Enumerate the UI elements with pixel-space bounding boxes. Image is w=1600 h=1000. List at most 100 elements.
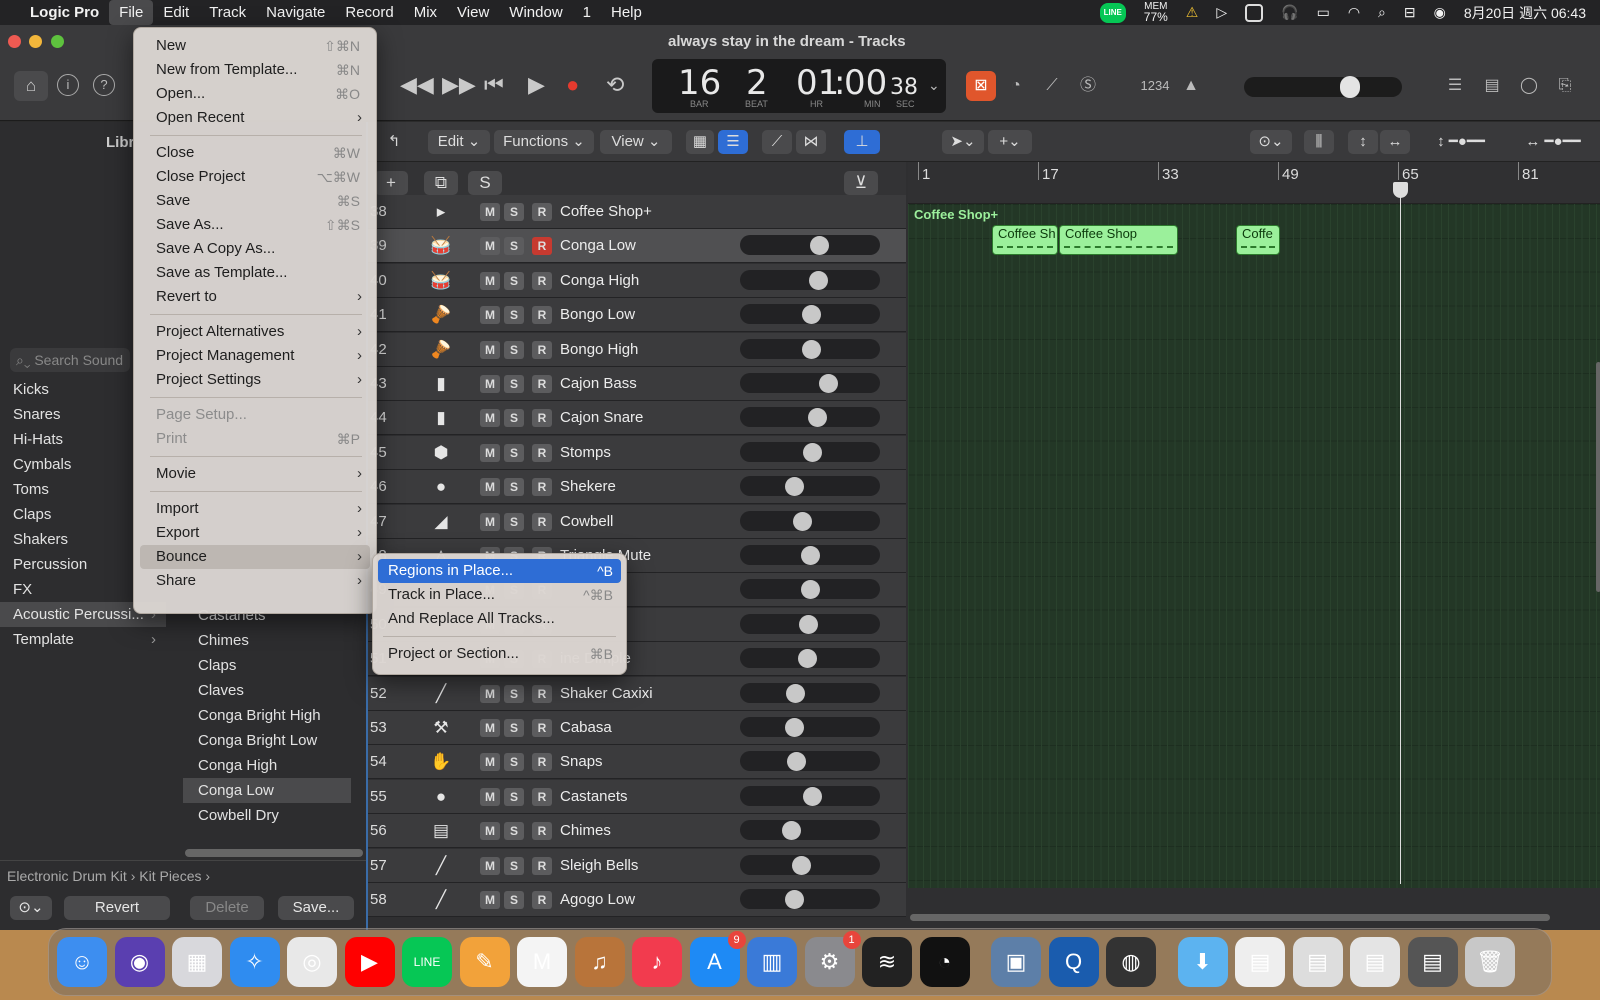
mute-button[interactable]: M: [480, 891, 500, 909]
fast-forward-icon[interactable]: ▶▶: [442, 72, 476, 98]
file-menu-item[interactable]: Bounce ›: [140, 545, 370, 569]
record-button[interactable]: R: [532, 203, 552, 221]
preview-icon[interactable]: ▣: [991, 937, 1041, 987]
mute-button[interactable]: M: [480, 203, 500, 221]
play-status-icon[interactable]: ▷: [1216, 4, 1227, 21]
track-volume-slider[interactable]: [740, 751, 880, 772]
file-menu-item[interactable]: New from Template... ⌘N: [140, 58, 370, 82]
master-volume-knob[interactable]: [1340, 76, 1360, 98]
vertical-zoom-slider[interactable]: ↕ ━●━━: [1416, 130, 1506, 154]
record-button[interactable]: R: [532, 443, 552, 462]
horizontal-zoom-slider[interactable]: ↔ ━●━━: [1508, 130, 1598, 154]
list-editors-icon[interactable]: ☰: [1440, 71, 1470, 101]
track-name[interactable]: Bongo Low: [560, 298, 635, 332]
mute-button[interactable]: M: [480, 375, 500, 393]
document-thumbnail-icon[interactable]: ▤: [1292, 937, 1343, 987]
solo-button[interactable]: S: [504, 478, 524, 497]
track-volume-knob[interactable]: [800, 580, 820, 600]
mute-button[interactable]: M: [480, 237, 500, 256]
record-button[interactable]: R: [532, 684, 552, 703]
track-row[interactable]: 43 ▮ M S R Cajon Bass: [368, 367, 906, 401]
mute-button[interactable]: M: [480, 822, 500, 841]
file-menu-item[interactable]: Project Alternatives ›: [140, 320, 370, 344]
track-volume-slider[interactable]: [740, 476, 880, 497]
lcd-display[interactable]: 16 2 BAR BEAT 01 : 00 38 HR MIN SEC ⌄: [652, 59, 946, 113]
system-info-icon[interactable]: ▥: [747, 937, 797, 987]
track-volume-knob[interactable]: [793, 511, 813, 531]
gmail-icon[interactable]: M: [517, 937, 567, 987]
track-volume-knob[interactable]: [799, 614, 819, 634]
record-button[interactable]: R: [532, 753, 552, 772]
record-button[interactable]: R: [532, 787, 552, 806]
menu-view[interactable]: View: [447, 0, 499, 25]
file-menu-item[interactable]: Save As... ⇧⌘S: [140, 213, 370, 237]
pages-icon[interactable]: ✎: [459, 937, 510, 987]
menu-window[interactable]: Window: [499, 0, 572, 25]
mute-button[interactable]: M: [480, 409, 500, 428]
record-button[interactable]: R: [532, 306, 552, 325]
menu-1[interactable]: 1: [573, 0, 601, 25]
file-menu-item[interactable]: Export ›: [140, 521, 370, 545]
track-volume-slider[interactable]: [740, 889, 880, 909]
mute-button[interactable]: M: [480, 340, 500, 359]
line-status-icon[interactable]: LINE: [1099, 2, 1126, 23]
file-menu-item[interactable]: Project Management ›: [140, 344, 370, 368]
file-menu-item[interactable]: Save A Copy As...: [140, 237, 370, 261]
solo-button[interactable]: S: [504, 822, 524, 841]
system-preferences-icon[interactable]: ⚙ 1: [804, 931, 861, 987]
functions-menu-button[interactable]: Functions ⌄: [494, 130, 594, 154]
solo-button[interactable]: S: [504, 340, 524, 359]
track-volume-knob[interactable]: [801, 305, 821, 325]
mute-button[interactable]: M: [480, 443, 500, 462]
youtube-icon[interactable]: ▶: [344, 937, 395, 987]
secondary-tool-icon[interactable]: +⌄: [988, 130, 1032, 154]
file-menu-item[interactable]: Close Project ⌥⌘W: [140, 165, 370, 189]
file-menu-item[interactable]: Close ⌘W: [140, 141, 370, 165]
record-button[interactable]: R: [532, 891, 552, 909]
track-row[interactable]: 42 🪘 M S R Bongo High: [368, 332, 906, 367]
finder-icon[interactable]: ☺: [57, 937, 107, 987]
back-arrow-icon[interactable]: ↰: [382, 130, 406, 154]
track-volume-slider[interactable]: [740, 373, 880, 393]
file-menu-item[interactable]: Revert to ›: [140, 285, 370, 309]
solo-button[interactable]: S: [504, 203, 524, 221]
midi-region[interactable]: Coffe: [1236, 225, 1280, 255]
library-scrollbar[interactable]: [185, 849, 363, 857]
tuner-icon[interactable]: ◔: [1001, 71, 1031, 101]
metronome-icon[interactable]: ▲: [1176, 71, 1206, 101]
track-name[interactable]: Bongo High: [560, 333, 638, 367]
logic-pro-icon[interactable]: ≋: [862, 937, 912, 987]
loop-browser-icon[interactable]: ◯: [1514, 71, 1544, 101]
record-button[interactable]: R: [532, 856, 552, 875]
solo-button[interactable]: S: [504, 684, 524, 703]
track-name[interactable]: Stomps: [560, 436, 611, 470]
mute-button[interactable]: M: [480, 271, 500, 290]
solo-button[interactable]: S: [504, 375, 524, 393]
midi-region[interactable]: Coffee Sh: [992, 225, 1058, 255]
vertical-fit-icon[interactable]: ↕: [1348, 130, 1378, 154]
library-item[interactable]: Conga High: [183, 753, 351, 778]
duplicate-track-icon[interactable]: ⧉: [424, 171, 458, 195]
bounce-menu-item[interactable]: Regions in Place... ^B: [378, 559, 621, 583]
catch-playhead-icon[interactable]: ⊥: [844, 130, 880, 154]
warning-icon[interactable]: ⚠: [1186, 4, 1199, 21]
bounce-menu-item[interactable]: Track in Place... ^⌘B: [378, 583, 621, 607]
battery-icon[interactable]: ▭: [1317, 4, 1330, 21]
track-volume-slider[interactable]: [740, 682, 880, 703]
library-toggle-icon[interactable]: ⌂: [14, 71, 48, 101]
track-name[interactable]: Sleigh Bells: [560, 849, 638, 883]
solo-button[interactable]: S: [504, 443, 524, 462]
track-name[interactable]: Conga High: [560, 264, 639, 298]
track-row[interactable]: 53 ⚒ M S R Cabasa: [368, 711, 906, 745]
track-name[interactable]: Cabasa: [560, 711, 612, 745]
view-menu-button[interactable]: View ⌄: [600, 130, 672, 154]
track-name[interactable]: Shekere: [560, 470, 616, 504]
datetime[interactable]: 8月20日 週六 06:43: [1464, 3, 1586, 23]
track-name[interactable]: Cowbell: [560, 505, 613, 539]
app-store-icon[interactable]: A9: [689, 931, 746, 987]
solo-button[interactable]: S: [504, 306, 524, 325]
solo-button[interactable]: S: [504, 787, 524, 806]
track-name[interactable]: Castanets: [560, 780, 628, 814]
record-button[interactable]: R: [532, 271, 552, 290]
track-row[interactable]: 56 ▤ M S R Chimes: [368, 814, 906, 849]
